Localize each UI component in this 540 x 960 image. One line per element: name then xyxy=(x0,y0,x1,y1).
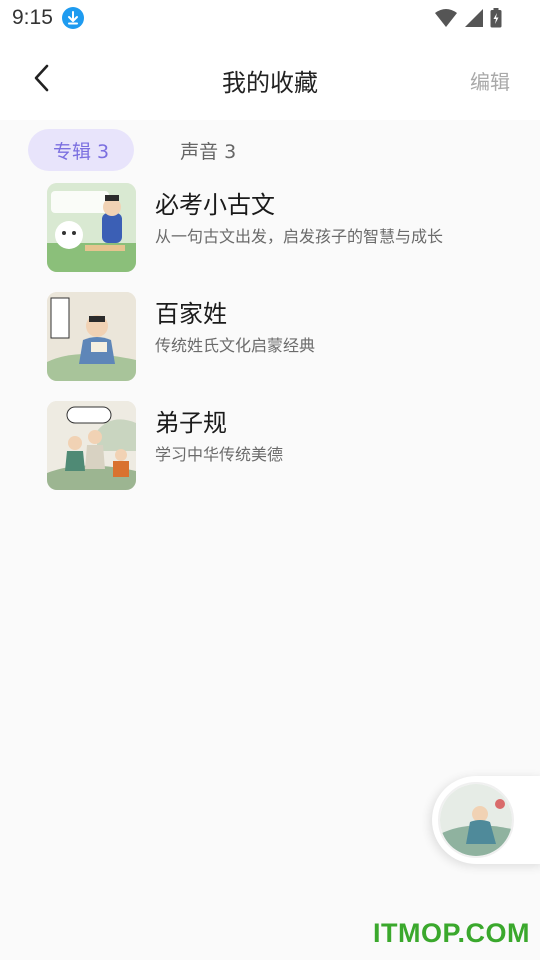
status-bar: 9:15 xyxy=(0,0,540,38)
album-item[interactable]: 弟子规 学习中华传统美德 xyxy=(47,401,517,510)
tab-sounds[interactable]: 声音 3 xyxy=(156,129,260,171)
tab-albums[interactable]: 专辑 3 xyxy=(28,129,135,171)
album-title: 百家姓 xyxy=(155,300,227,328)
status-time: 9:15 xyxy=(12,6,53,29)
signal-icon xyxy=(464,8,484,32)
album-cover xyxy=(47,183,136,272)
wifi-icon xyxy=(434,8,458,32)
album-item[interactable]: 百家姓 传统姓氏文化启蒙经典 xyxy=(47,292,517,401)
album-description: 传统姓氏文化启蒙经典 xyxy=(155,336,316,355)
album-cover xyxy=(47,401,136,490)
app-header: 我的收藏 编辑 xyxy=(0,38,540,120)
album-description: 学习中华传统美德 xyxy=(155,445,284,464)
mini-player-disc[interactable] xyxy=(438,782,514,858)
album-item[interactable]: 必考小古文 从一句古文出发，启发孩子的智慧与成长 xyxy=(47,183,517,292)
mini-player[interactable] xyxy=(432,776,540,864)
tab-bar: 专辑 3 声音 3 xyxy=(28,129,260,171)
battery-charging-icon xyxy=(490,8,502,32)
download-icon xyxy=(62,7,84,29)
album-title: 弟子规 xyxy=(155,409,227,437)
album-cover xyxy=(47,292,136,381)
watermark: ITMOP.COM xyxy=(372,918,530,948)
album-list: 必考小古文 从一句古文出发，启发孩子的智慧与成长 百家姓 传统姓氏文化启蒙经典 xyxy=(47,183,517,510)
page-title: 我的收藏 xyxy=(222,69,318,97)
album-title: 必考小古文 xyxy=(155,191,275,219)
edit-button[interactable]: 编辑 xyxy=(470,66,510,95)
album-description: 从一句古文出发，启发孩子的智慧与成长 xyxy=(155,227,444,246)
